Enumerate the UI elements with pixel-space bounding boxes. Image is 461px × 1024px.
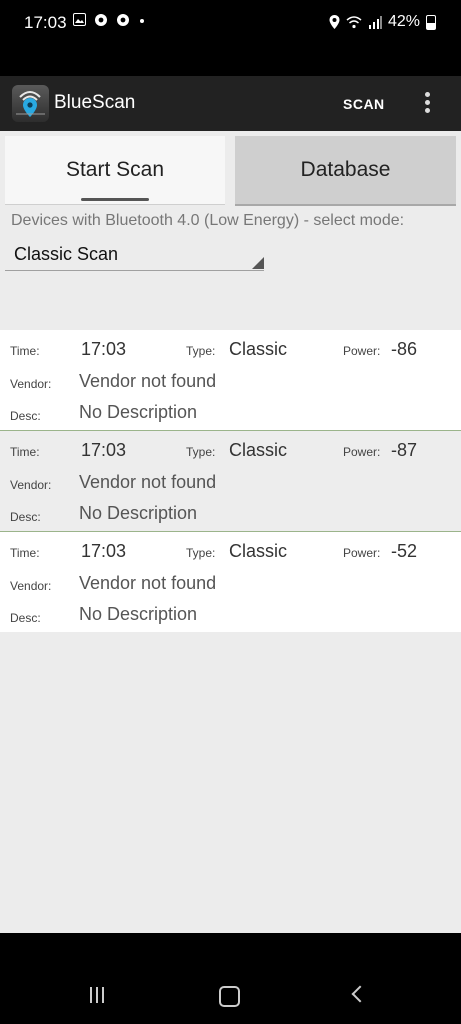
wifi-icon (346, 15, 362, 28)
chrome-icon (117, 14, 129, 26)
list-item[interactable]: Time: 17:03 Type: Classic Power: -87 Ven… (0, 430, 461, 531)
tab-bar: Start Scan Database (5, 136, 456, 206)
type-label: Type: (186, 546, 216, 560)
desc-value: No Description (79, 402, 198, 422)
app-bar: BlueScan SCAN (0, 76, 461, 131)
system-icons: 42% (329, 13, 436, 31)
type-value: Classic (229, 440, 288, 460)
status-bar: 17:03 42% (0, 0, 461, 76)
recent-apps-icon[interactable] (90, 987, 104, 1003)
time-value: 17:03 (81, 440, 127, 460)
desc-label: Desc: (10, 611, 41, 625)
bluescan-logo-icon (12, 85, 49, 122)
dot-icon (140, 19, 144, 23)
type-label: Type: (186, 445, 216, 459)
scan-mode-select[interactable]: Classic Scan (5, 240, 264, 271)
power-label: Power: (343, 546, 381, 560)
tab-indicator (81, 198, 149, 201)
signal-icon (368, 15, 382, 29)
list-item[interactable]: Time: 17:03 Type: Classic Power: -52 Ven… (0, 531, 461, 632)
vendor-value: Vendor not found (79, 472, 217, 492)
status-time: 17:03 (24, 13, 67, 32)
battery-icon (426, 14, 436, 30)
list-item[interactable]: Time: 17:03 Type: Classic Power: -86 Ven… (0, 330, 461, 430)
vendor-label: Vendor: (10, 478, 52, 492)
power-value: -86 (391, 339, 418, 359)
vendor-value: Vendor not found (79, 371, 217, 391)
more-vert-icon[interactable] (425, 92, 433, 116)
notification-icons (73, 13, 146, 27)
image-icon (73, 13, 86, 26)
chrome-icon (95, 14, 107, 26)
time-value: 17:03 (81, 541, 127, 561)
tab-database[interactable]: Database (235, 136, 456, 206)
vendor-value: Vendor not found (79, 573, 217, 593)
power-label: Power: (343, 344, 381, 358)
type-label: Type: (186, 344, 216, 358)
desc-value: No Description (79, 503, 198, 523)
desc-label: Desc: (10, 510, 41, 524)
time-label: Time: (10, 445, 40, 459)
tab-label: Database (300, 158, 391, 181)
system-nav-bar (0, 933, 461, 1024)
tab-start-scan[interactable]: Start Scan (5, 136, 225, 205)
desc-label: Desc: (10, 409, 41, 423)
device-list: Time: 17:03 Type: Classic Power: -86 Ven… (0, 330, 461, 632)
location-icon (329, 15, 340, 29)
power-label: Power: (343, 445, 381, 459)
time-label: Time: (10, 344, 40, 358)
time-value: 17:03 (81, 339, 127, 359)
vendor-label: Vendor: (10, 377, 52, 391)
desc-value: No Description (79, 604, 198, 624)
type-value: Classic (229, 339, 288, 359)
dropdown-triangle-icon (252, 257, 264, 269)
app-title: BlueScan (54, 92, 136, 113)
tab-label: Start Scan (65, 158, 165, 181)
scan-button[interactable]: SCAN (343, 96, 385, 112)
back-icon[interactable] (351, 985, 369, 1003)
vendor-label: Vendor: (10, 579, 52, 593)
home-icon[interactable] (219, 986, 240, 1007)
scan-mode-value: Classic Scan (14, 244, 119, 264)
power-value: -87 (391, 440, 418, 460)
type-value: Classic (229, 541, 288, 561)
power-value: -52 (391, 541, 418, 561)
time-label: Time: (10, 546, 40, 560)
battery-percentage: 42% (387, 13, 420, 30)
mode-description: Devices with Bluetooth 4.0 (Low Energy) … (11, 212, 405, 229)
